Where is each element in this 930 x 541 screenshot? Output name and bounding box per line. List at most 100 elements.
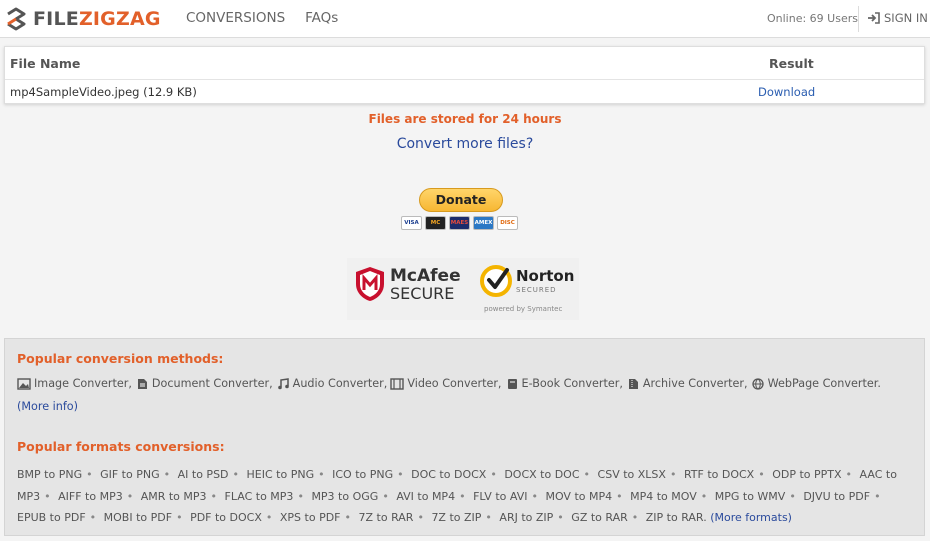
- maestro-icon: MAES: [449, 216, 470, 230]
- site-logo[interactable]: FILEZIGZAG: [5, 6, 161, 32]
- table-row: mp4SampleVideo.jpeg (12.9 KB) Download: [5, 80, 924, 104]
- format-separator: •: [297, 489, 304, 503]
- format-separator: •: [318, 468, 325, 481]
- format-link[interactable]: MOBI to PDF: [104, 511, 172, 524]
- format-link[interactable]: MOV to MP4: [545, 490, 612, 503]
- formats-title: Popular formats conversions:: [17, 439, 225, 454]
- format-separator: •: [89, 511, 97, 524]
- method-link[interactable]: Document Converter,: [135, 377, 273, 390]
- format-separator: •: [758, 468, 765, 481]
- format-link[interactable]: PDF to DOCX: [190, 511, 262, 524]
- format-link[interactable]: ODP to PPTX: [772, 468, 841, 481]
- download-link[interactable]: Download: [758, 85, 815, 99]
- image-icon: [17, 377, 31, 390]
- method-link[interactable]: WebPage Converter.: [751, 377, 881, 390]
- music-icon: [277, 377, 289, 389]
- format-link[interactable]: CSV to XLSX: [598, 468, 666, 481]
- format-link[interactable]: AIFF to MP3: [58, 490, 123, 503]
- method-link[interactable]: Image Converter,: [17, 377, 132, 390]
- format-link[interactable]: MP3 to OGG: [311, 490, 378, 503]
- discover-icon: DISC: [497, 216, 518, 230]
- format-separator: •: [163, 468, 171, 481]
- format-link[interactable]: BMP to PNG: [17, 468, 82, 481]
- logo-wordmark: FILEZIGZAG: [33, 8, 161, 30]
- archive-icon: [628, 378, 638, 389]
- methods-list: Image Converter, Document Converter, Audio…: [17, 377, 917, 393]
- format-separator: •: [344, 511, 352, 524]
- format-link[interactable]: MPG to WMV: [715, 490, 786, 503]
- method-label: Archive Converter,: [642, 377, 748, 390]
- format-link[interactable]: AVI to MP4: [396, 490, 455, 503]
- format-link[interactable]: GIF to PNG: [100, 468, 160, 481]
- format-separator: •: [700, 489, 708, 503]
- more-formats-link[interactable]: (More formats): [710, 511, 792, 524]
- sign-in-button[interactable]: SIGN IN: [867, 11, 928, 25]
- method-label: E-Book Converter,: [521, 377, 623, 390]
- format-link[interactable]: RTF to DOCX: [684, 468, 754, 481]
- format-separator: •: [845, 468, 853, 481]
- norton-check-icon: [480, 265, 512, 297]
- norton-powered: powered by Symantec: [484, 305, 563, 313]
- method-link[interactable]: Audio Converter,: [276, 377, 387, 390]
- nav-faqs[interactable]: FAQs: [305, 10, 338, 26]
- col-result: Result: [769, 55, 814, 71]
- format-link[interactable]: MP4 to MOV: [630, 490, 697, 503]
- mcafee-secure: SECURE: [390, 283, 455, 303]
- format-link[interactable]: 7Z to RAR: [359, 511, 414, 524]
- format-link[interactable]: DOCX to DOC: [504, 468, 579, 481]
- mcafee-name: McAfee: [390, 265, 461, 286]
- convert-more-link[interactable]: Convert more files?: [0, 136, 930, 152]
- format-link[interactable]: FLAC to MP3: [225, 490, 294, 503]
- format-link[interactable]: AMR to MP3: [141, 490, 207, 503]
- globe-icon: [751, 377, 764, 390]
- format-link[interactable]: FLV to AVI: [473, 490, 527, 503]
- format-link[interactable]: AI to PSD: [178, 468, 229, 481]
- format-link[interactable]: ICO to PNG: [332, 468, 393, 481]
- zigzag-logo-icon: [7, 7, 26, 31]
- header-divider: [858, 6, 859, 32]
- format-separator: •: [232, 468, 240, 481]
- format-link[interactable]: EPUB to PDF: [17, 511, 86, 524]
- format-separator: •: [631, 511, 639, 524]
- method-link[interactable]: E-Book Converter,: [505, 377, 623, 390]
- stored-notice: Files are stored for 24 hours: [368, 112, 562, 126]
- nav-conversions[interactable]: CONVERSIONS: [186, 10, 285, 26]
- format-separator: •: [531, 489, 538, 503]
- method-label: Document Converter,: [151, 377, 273, 390]
- format-separator: •: [397, 468, 404, 481]
- format-separator: •: [874, 489, 881, 503]
- norton-secured: SECURED: [516, 286, 557, 294]
- mcafee-text: McAfee SECURE: [390, 267, 461, 302]
- sign-in-icon: [868, 12, 880, 24]
- method-link[interactable]: Archive Converter,: [626, 377, 748, 390]
- more-info-link[interactable]: (More info): [17, 400, 78, 413]
- format-separator: •: [583, 468, 591, 481]
- file-name-cell: mp4SampleVideo.jpeg (12.9 KB): [10, 85, 197, 99]
- format-separator: •: [44, 489, 51, 503]
- film-icon: [390, 377, 405, 390]
- format-link[interactable]: XPS to PDF: [280, 511, 341, 524]
- format-separator: •: [126, 489, 134, 503]
- format-link[interactable]: DJVU to PDF: [803, 490, 870, 503]
- method-link[interactable]: Video Converter,: [390, 377, 502, 390]
- norton-badge[interactable]: Norton SECURED powered by Symantec: [480, 265, 574, 313]
- mcafee-badge[interactable]: McAfee SECURE: [355, 266, 461, 302]
- format-link[interactable]: DOC to DOCX: [411, 468, 486, 481]
- online-users: Online: 69 Users: [767, 12, 858, 25]
- donate-button[interactable]: Donate: [419, 188, 503, 212]
- format-link[interactable]: 7Z to ZIP: [431, 511, 481, 524]
- format-link[interactable]: ARJ to ZIP: [499, 511, 553, 524]
- amex-icon: AMEX: [473, 216, 494, 230]
- info-panel: Popular conversion methods: Image Conver…: [4, 338, 925, 536]
- format-separator: •: [176, 511, 183, 524]
- results-header-row: File Name Result: [5, 47, 924, 80]
- book-icon: [507, 378, 517, 389]
- format-link[interactable]: HEIC to PNG: [247, 468, 315, 481]
- format-link[interactable]: GZ to RAR: [571, 511, 627, 524]
- main-nav: CONVERSIONS FAQs: [186, 10, 338, 26]
- format-link[interactable]: ZIP to RAR.: [646, 511, 707, 524]
- payment-cards: VISA MC MAES AMEX DISC: [401, 216, 518, 230]
- methods-title: Popular conversion methods:: [17, 351, 224, 366]
- method-label: Video Converter,: [407, 377, 502, 390]
- document-icon: [137, 378, 147, 389]
